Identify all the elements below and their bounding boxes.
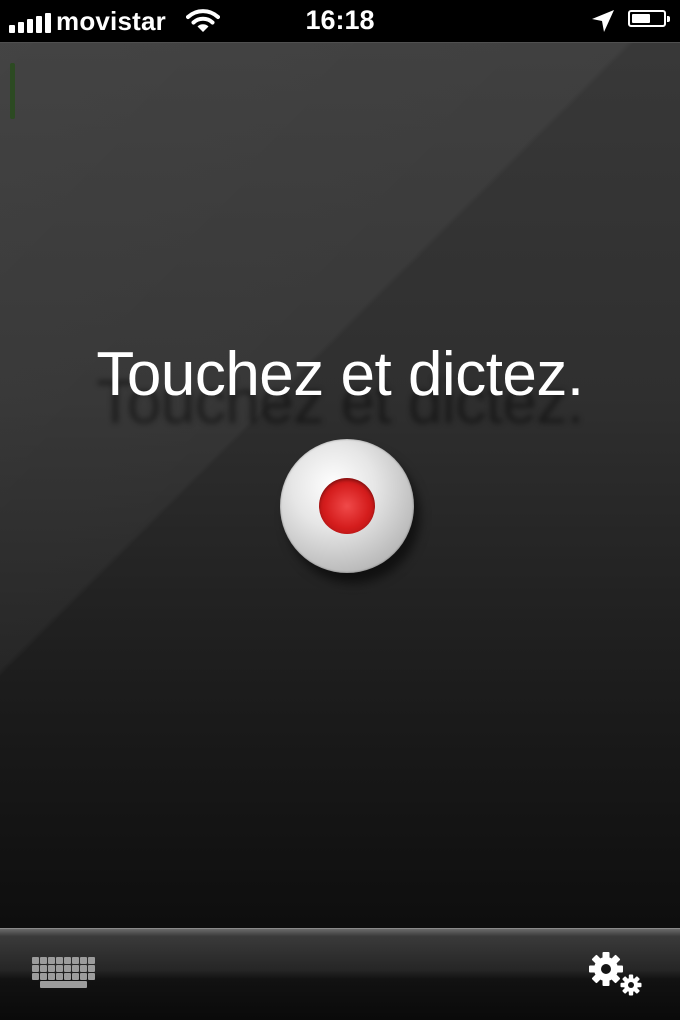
dictation-area: Touchez et dictez. bbox=[0, 42, 680, 928]
status-bar: movistar 16:18 bbox=[0, 0, 680, 42]
audio-level-meter bbox=[10, 63, 15, 119]
gears-icon bbox=[589, 952, 642, 996]
status-time: 16:18 bbox=[305, 5, 375, 35]
dictation-prompt: Touchez et dictez. bbox=[96, 340, 584, 409]
keyboard-icon bbox=[32, 957, 98, 988]
bottom-toolbar bbox=[0, 928, 680, 1020]
record-icon bbox=[319, 478, 375, 534]
battery-level bbox=[632, 14, 650, 23]
battery-icon bbox=[628, 10, 670, 27]
keyboard-button[interactable] bbox=[32, 957, 98, 991]
settings-button[interactable] bbox=[586, 949, 646, 999]
dictation-screen: movistar 16:18 Touchez et dictez. bbox=[0, 0, 680, 1020]
record-button[interactable] bbox=[280, 439, 414, 573]
location-arrow-icon bbox=[590, 8, 616, 39]
